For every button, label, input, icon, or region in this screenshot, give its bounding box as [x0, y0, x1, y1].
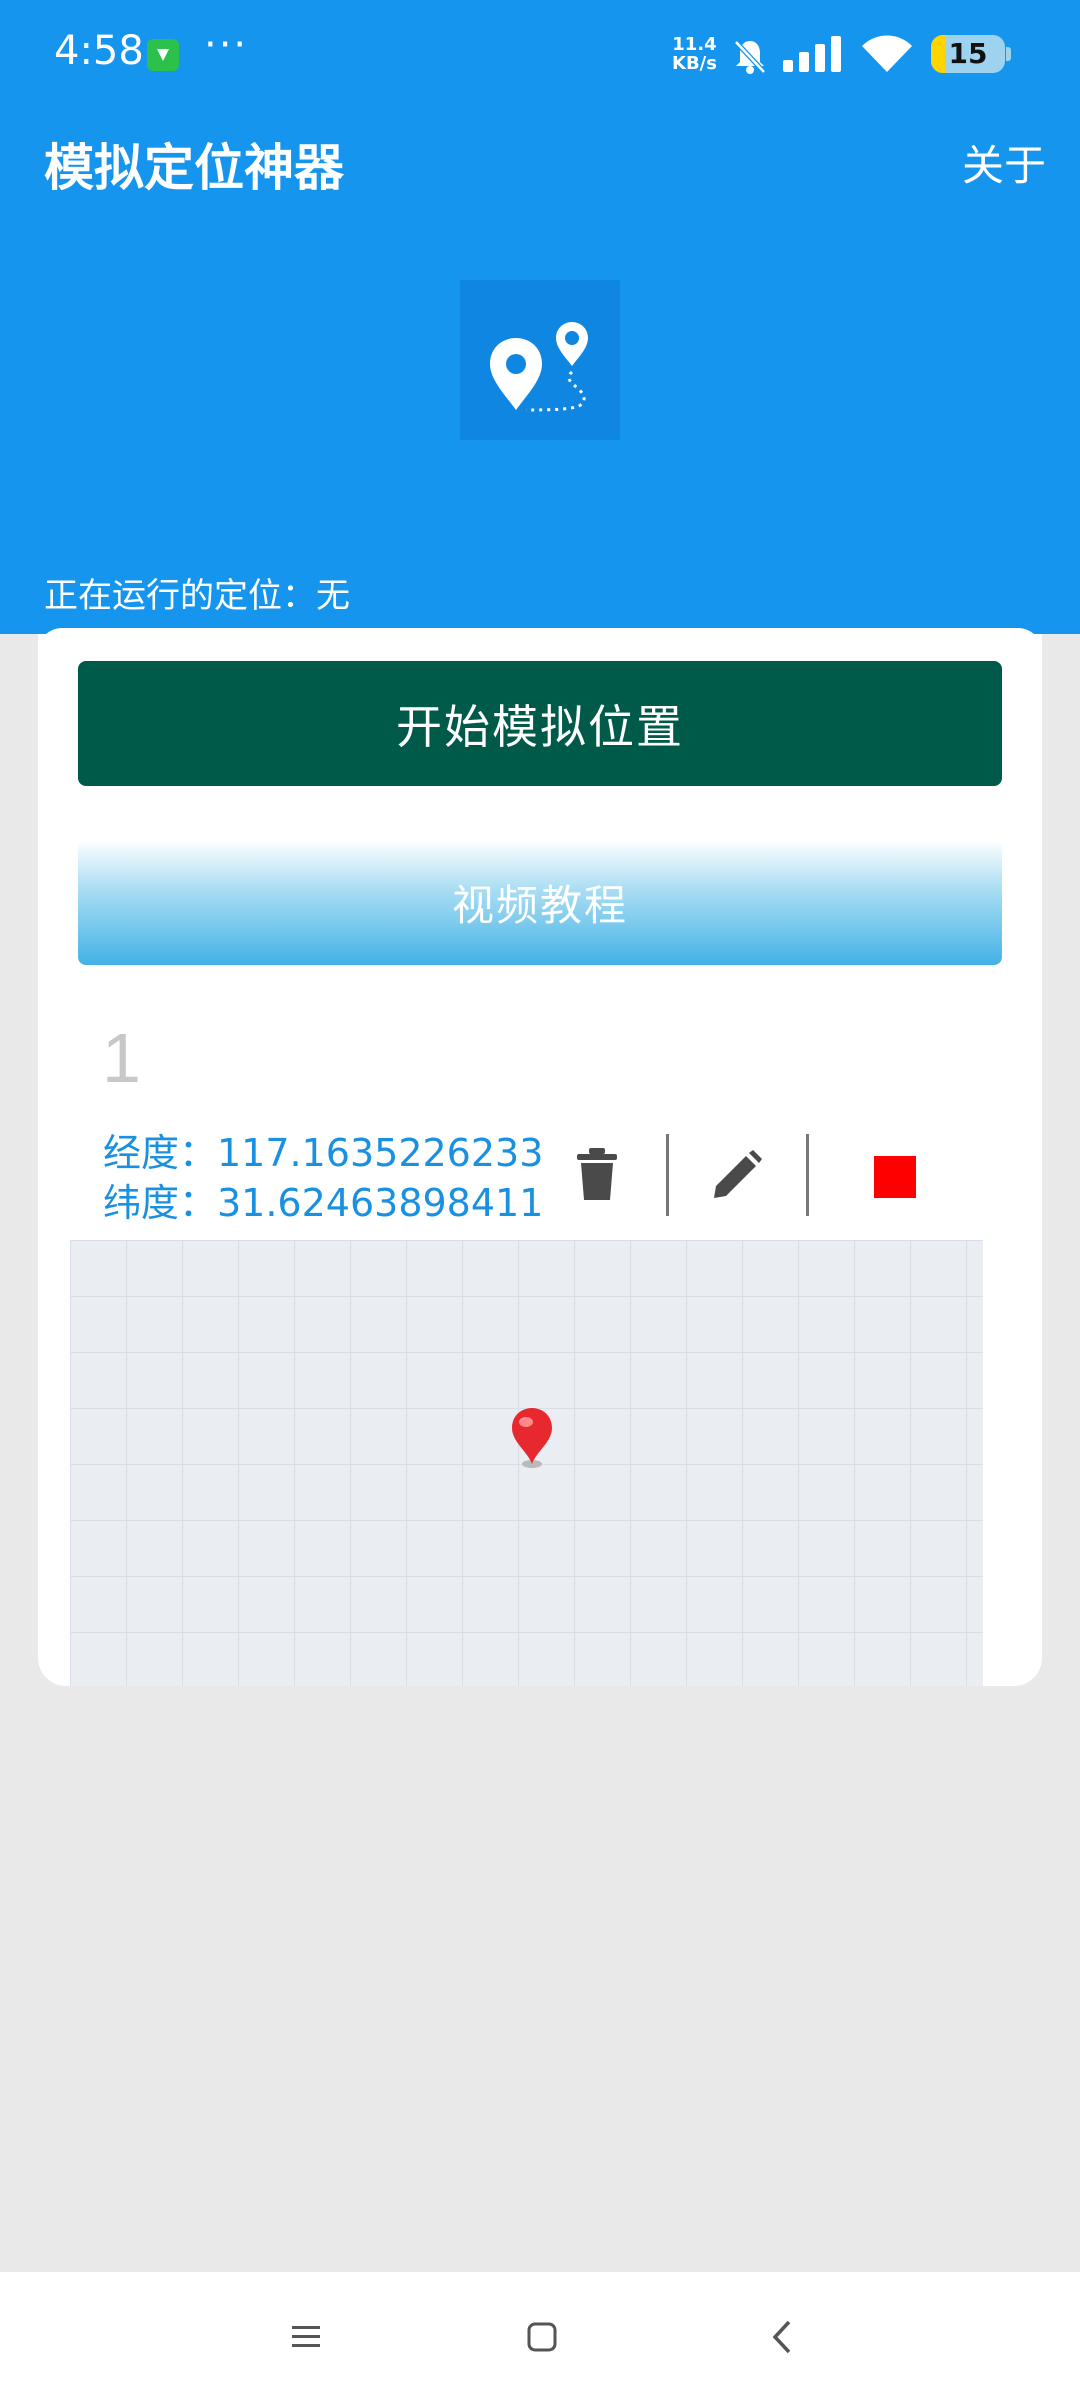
location-coords: 经度：117.1635226233 纬度：31.62463898411 — [103, 1128, 543, 1228]
battery-level: 15 — [948, 37, 988, 70]
more-notifications: ··· — [204, 22, 249, 68]
map-preview[interactable] — [70, 1240, 983, 1686]
pencil-icon[interactable] — [712, 1150, 762, 1200]
longitude-text: 经度：117.1635226233 — [103, 1131, 544, 1175]
running-status: 正在运行的定位：无 — [44, 576, 350, 616]
back-icon[interactable] — [765, 2318, 799, 2356]
location-route-logo-icon — [460, 280, 620, 440]
home-icon[interactable] — [525, 2320, 559, 2354]
status-bar: 4:58 ··· 11.4 KB/s 15 — [0, 0, 1080, 110]
location-index: 1 — [102, 1019, 141, 1097]
action-divider — [666, 1134, 669, 1216]
bell-muted-icon — [734, 40, 766, 74]
battery-icon: 15 — [931, 35, 1005, 73]
trash-icon[interactable] — [575, 1146, 619, 1202]
signal-icon — [783, 36, 841, 72]
about-button[interactable]: 关于 — [962, 132, 1046, 193]
app-title: 模拟定位神器 — [44, 139, 344, 197]
net-speed-unit: KB/s — [672, 53, 717, 74]
menu-icon[interactable] — [290, 2320, 324, 2354]
net-speed: 11.4 KB/s — [672, 35, 717, 73]
latitude-text: 纬度：31.62463898411 — [103, 1181, 544, 1225]
net-speed-value: 11.4 — [672, 34, 717, 55]
map-pin-icon — [512, 1408, 552, 1468]
battery-cap — [1006, 47, 1011, 61]
stop-icon[interactable] — [874, 1156, 916, 1198]
start-mock-location-button[interactable]: 开始模拟位置 — [78, 661, 1002, 786]
action-divider — [806, 1134, 809, 1216]
status-time: 4:58 — [54, 28, 144, 74]
wifi-icon — [862, 35, 912, 72]
video-tutorial-button[interactable]: 视频教程 — [78, 840, 1002, 965]
store-badge-icon — [147, 39, 179, 71]
